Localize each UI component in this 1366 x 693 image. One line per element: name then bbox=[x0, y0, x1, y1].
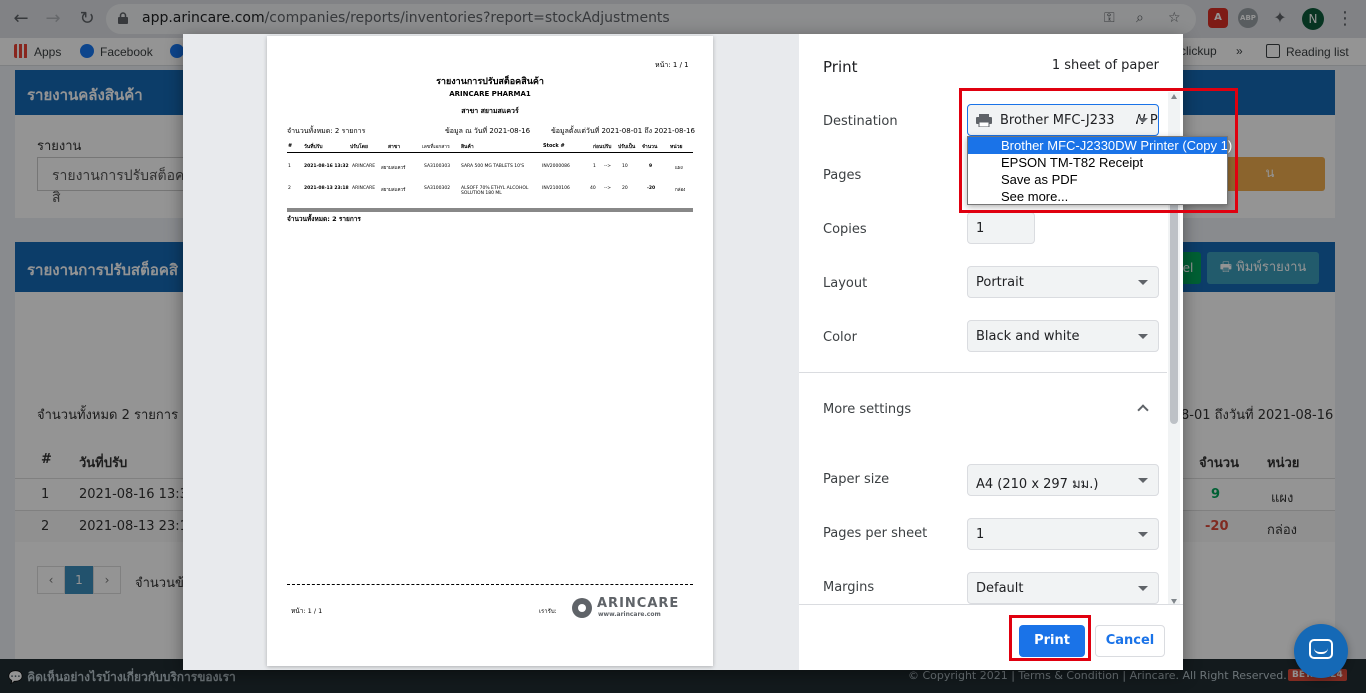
preview-header: ปรับเป็น bbox=[618, 144, 636, 150]
paper-size-label: Paper size bbox=[823, 472, 890, 487]
chevron-down-icon bbox=[1138, 586, 1148, 591]
arincare-url: www.arincare.com bbox=[598, 611, 661, 618]
paper-size-select[interactable]: A4 (210 x 297 มม.) bbox=[967, 464, 1159, 496]
preview-cell: ALSOFF 70% ETHYL ALCOHOL SOLUTION 180 ML bbox=[461, 186, 529, 196]
print-settings-panel: Print 1 sheet of paper Destination Broth… bbox=[799, 34, 1238, 670]
chevron-down-icon bbox=[1138, 532, 1148, 537]
pages-label: Pages bbox=[823, 168, 862, 183]
print-preview-area: หน้า: 1 / 1 รายงานการปรับสต็อคสินค้า ARI… bbox=[183, 34, 799, 670]
preview-table-header: # วันที่ปรับ ปรับโดย สาขา เลขที่เอกสาร ส… bbox=[287, 143, 693, 153]
preview-cell: INV2000086 bbox=[542, 164, 570, 169]
print-title: Print bbox=[823, 58, 858, 76]
preview-cell: --> bbox=[604, 164, 612, 169]
preview-cell: 40 bbox=[590, 186, 596, 191]
pages-per-sheet-label: Pages per sheet bbox=[823, 526, 928, 541]
preview-cell: 9 bbox=[649, 164, 653, 169]
preview-header: จำนวน bbox=[642, 144, 658, 150]
chevron-down-icon bbox=[1138, 280, 1148, 285]
preview-cell: -20 bbox=[647, 186, 656, 191]
preview-cell: 2 bbox=[288, 186, 291, 191]
pages-per-sheet-select[interactable]: 1 bbox=[967, 518, 1159, 550]
more-settings-toggle[interactable]: More settings bbox=[823, 402, 911, 417]
preview-page-number-bottom: หน้า: 1 / 1 bbox=[291, 607, 323, 615]
preview-row: 1 2021-08-16 13:32 ARINCARE สยามสแควร์ S… bbox=[287, 164, 693, 174]
preview-divider bbox=[287, 208, 693, 212]
copies-input[interactable]: 1 bbox=[967, 212, 1035, 244]
preview-cell: สยามสแควร์ bbox=[381, 188, 406, 193]
preview-cell: ARINCARE bbox=[352, 164, 376, 169]
preview-cell: 1 bbox=[593, 164, 596, 169]
cancel-button[interactable]: Cancel bbox=[1095, 625, 1165, 657]
preview-row: 2 2021-08-13 23:18 ARINCARE สยามสแควร์ S… bbox=[287, 186, 693, 200]
layout-select[interactable]: Portrait bbox=[967, 266, 1159, 298]
preview-cell: 2021-08-13 23:18 bbox=[304, 186, 349, 191]
preview-cell: 20 bbox=[622, 186, 628, 191]
preview-cell: 2021-08-16 13:32 bbox=[304, 164, 349, 169]
preview-signature: เรารับ: bbox=[539, 608, 557, 615]
preview-header: วันที่ปรับ bbox=[304, 144, 323, 150]
preview-footer-total: จำนวนทั้งหมด: 2 รายการ bbox=[287, 215, 361, 223]
sheet-count: 1 sheet of paper bbox=[1051, 58, 1159, 73]
preview-header: หน่วย bbox=[670, 144, 683, 150]
preview-branch: สาขา สยามสแควร์ bbox=[461, 107, 519, 115]
preview-as-of: ข้อมูล ณ วันที่ 2021-08-16 bbox=[445, 127, 531, 135]
scroll-thumb[interactable] bbox=[1170, 184, 1178, 424]
chevron-down-icon bbox=[1138, 334, 1148, 339]
destination-label: Destination bbox=[823, 114, 898, 129]
preview-cell: กล่อง bbox=[675, 188, 686, 193]
preview-total: จำนวนทั้งหมด: 2 รายการ bbox=[287, 127, 366, 135]
copies-label: Copies bbox=[823, 222, 867, 237]
preview-company: ARINCARE PHARMA1 bbox=[449, 90, 531, 98]
preview-cell: --> bbox=[604, 186, 612, 191]
preview-cell: SA3100303 bbox=[424, 164, 451, 169]
preview-range: ข้อมูลตั้งแต่วันที่ 2021-08-01 ถึง 2021-… bbox=[551, 127, 695, 135]
dialog-actions: Print Cancel bbox=[799, 604, 1183, 670]
margins-label: Margins bbox=[823, 580, 875, 595]
preview-page: หน้า: 1 / 1 รายงานการปรับสต็อคสินค้า ARI… bbox=[267, 36, 713, 666]
preview-bottom-rule bbox=[287, 584, 693, 585]
print-highlight bbox=[1009, 615, 1091, 661]
preview-cell: SA3100302 bbox=[424, 186, 451, 191]
preview-cell: SARA 500 MG TABLETS 10'S bbox=[461, 164, 525, 169]
preview-cell: แผง bbox=[675, 166, 683, 171]
color-select[interactable]: Black and white bbox=[967, 320, 1159, 352]
preview-header: ปรับโดย bbox=[350, 144, 368, 150]
preview-cell: 1 bbox=[288, 164, 291, 169]
preview-header: สาขา bbox=[388, 144, 401, 150]
print-dialog: หน้า: 1 / 1 รายงานการปรับสต็อคสินค้า ARI… bbox=[183, 34, 1238, 670]
margins-select[interactable]: Default bbox=[967, 572, 1159, 604]
preview-cell: ARINCARE bbox=[352, 186, 376, 191]
preview-header: # bbox=[288, 143, 293, 149]
preview-page-number: หน้า: 1 / 1 bbox=[655, 61, 689, 69]
arincare-logo-icon bbox=[572, 598, 592, 618]
color-label: Color bbox=[823, 330, 857, 345]
chevron-down-icon bbox=[1138, 478, 1148, 483]
destination-highlight bbox=[959, 88, 1238, 213]
preview-header: ก่อนปรับ bbox=[593, 144, 612, 150]
layout-label: Layout bbox=[823, 276, 868, 291]
preview-header: Stock # bbox=[543, 143, 565, 149]
preview-cell: 10 bbox=[622, 164, 628, 169]
preview-cell: INV2100106 bbox=[542, 186, 570, 191]
preview-title: รายงานการปรับสต็อคสินค้า bbox=[436, 77, 544, 87]
preview-header: เลขที่เอกสาร bbox=[422, 144, 450, 150]
arincare-logo-text: ARINCARE bbox=[597, 596, 680, 611]
preview-cell: สยามสแควร์ bbox=[381, 166, 406, 171]
settings-divider bbox=[799, 372, 1167, 373]
chevron-up-icon[interactable] bbox=[1137, 404, 1149, 416]
preview-header: สินค้า bbox=[461, 144, 474, 150]
chat-launcher[interactable] bbox=[1294, 624, 1348, 678]
